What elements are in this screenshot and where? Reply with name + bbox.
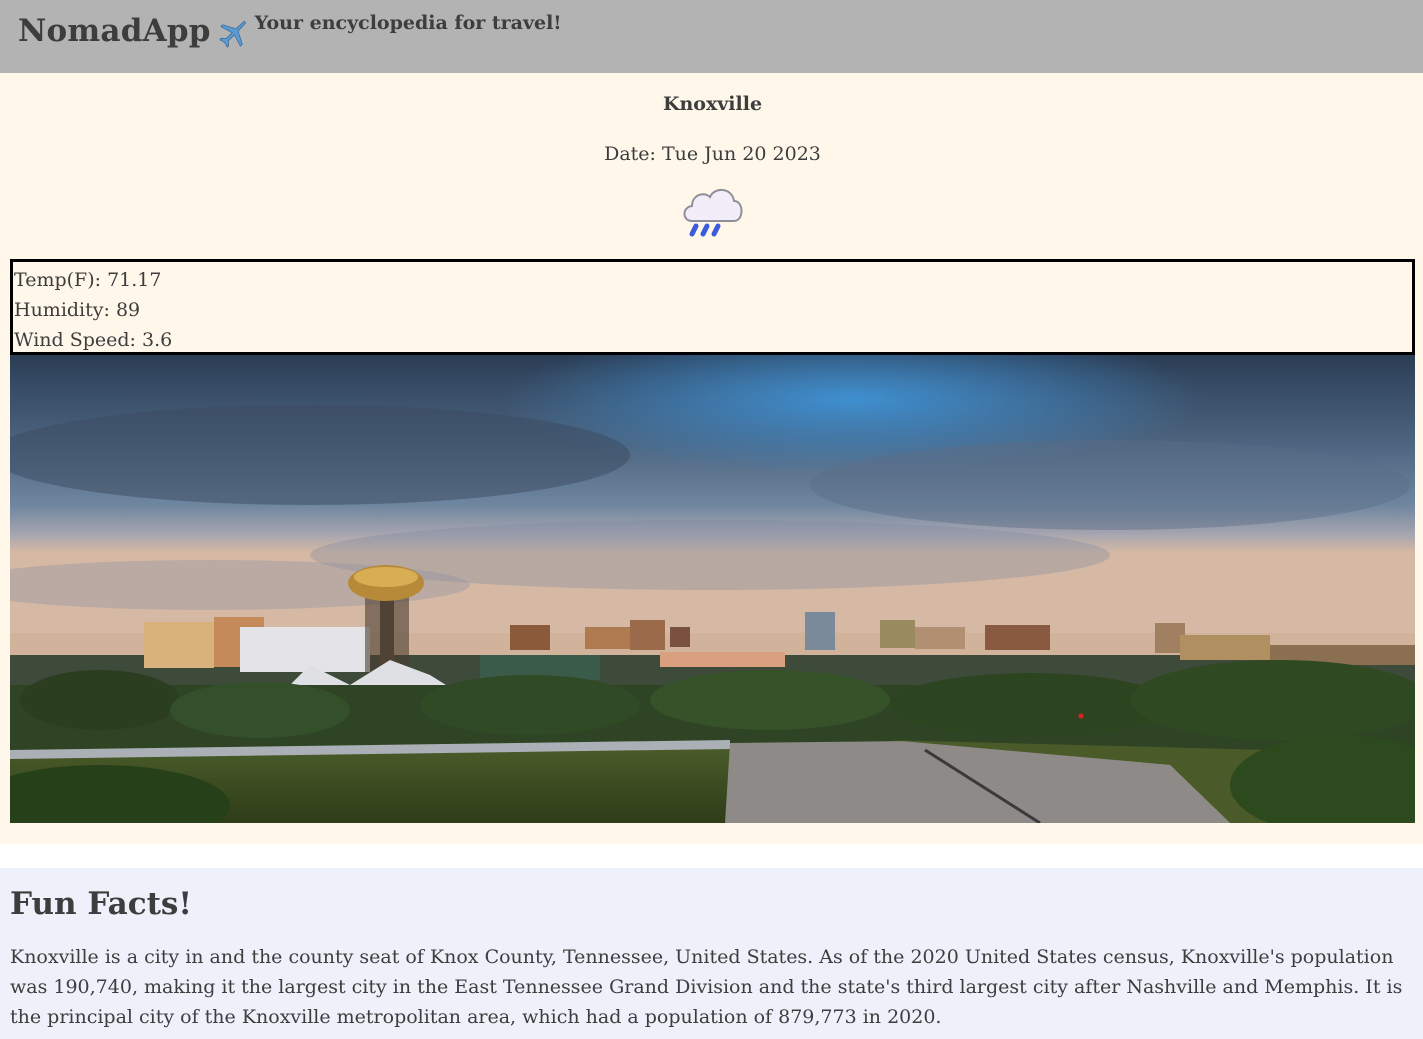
forecast-date: Date: Tue Jun 20 2023 — [604, 143, 821, 165]
city-skyline-photo — [10, 355, 1415, 823]
city-name: Knoxville — [662, 93, 763, 115]
fun-facts-section: Fun Facts! Knoxville is a city in and th… — [0, 868, 1423, 1039]
weather-section: Knoxville Date: Tue Jun 20 2023 Temp(F):… — [0, 73, 1423, 844]
brand-title[interactable]: NomadApp — [18, 13, 211, 49]
airplane-icon — [217, 16, 251, 50]
fun-facts-body: Knoxville is a city in and the county se… — [10, 946, 1403, 1028]
weather-stats-box: Temp(F): 71.17 Humidity: 89 Wind Speed: … — [10, 259, 1415, 355]
tagline: Your encyclopedia for travel! — [254, 12, 562, 34]
wind-speed: Wind Speed: 3.6 — [14, 329, 173, 351]
app-header: NomadApp Your encyclopedia for travel! — [0, 0, 1423, 73]
temperature: Temp(F): 71.17 — [14, 269, 162, 291]
humidity: Humidity: 89 — [14, 299, 141, 321]
fun-facts-title: Fun Facts! — [10, 886, 192, 922]
rain-cloud-icon — [683, 189, 742, 237]
